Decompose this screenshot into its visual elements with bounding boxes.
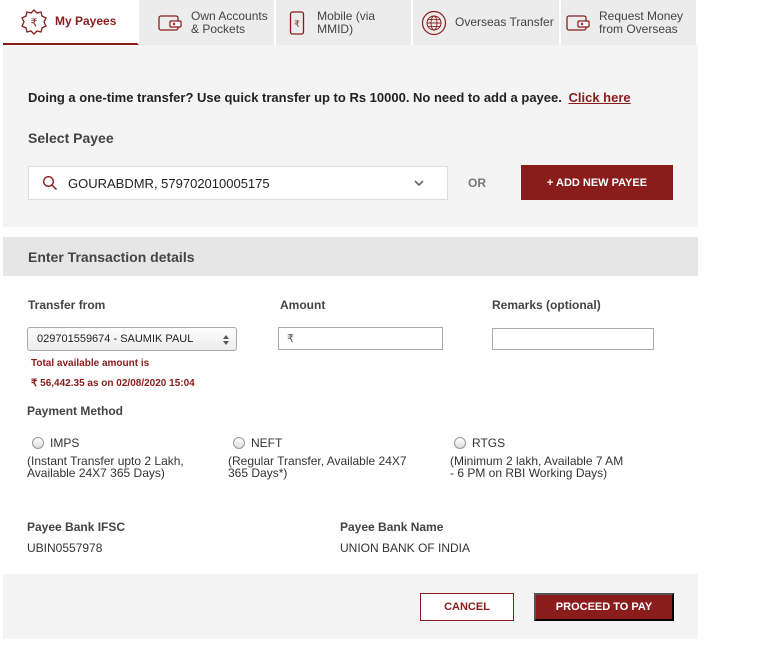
onetime-message: Doing a one-time transfer? Use quick tra…	[28, 90, 562, 105]
section-title: Enter Transaction details	[28, 249, 195, 265]
globe-icon	[421, 10, 447, 36]
radio-dot[interactable]	[233, 437, 245, 449]
wallet-card-icon	[157, 10, 183, 36]
payee-bank-name-label: Payee Bank Name	[340, 520, 444, 534]
tab-label: Mobile (via MMID)	[317, 8, 376, 36]
neft-description: (Regular Transfer, Available 24X7 365 Day…	[228, 455, 407, 479]
radio-rtgs[interactable]: RTGS	[454, 436, 505, 450]
payee-ifsc-label: Payee Bank IFSC	[27, 520, 126, 534]
proceed-to-pay-button[interactable]: PROCEED TO PAY	[534, 593, 674, 621]
desc-line: 365 Days*)	[228, 466, 288, 480]
svg-text:₹: ₹	[294, 20, 300, 30]
search-icon	[42, 175, 58, 191]
or-separator: OR	[468, 176, 486, 190]
payee-ifsc-value: UBIN0557978	[27, 541, 103, 555]
transfer-from-label: Transfer from	[28, 298, 106, 312]
rtgs-description: (Minimum 2 lakh, Available 7 AM - 6 PM on…	[450, 455, 623, 479]
radio-dot[interactable]	[32, 437, 44, 449]
desc-line: Available 24X7 365 Days)	[27, 466, 165, 480]
payment-method-label: Payment Method	[27, 404, 124, 418]
radio-imps[interactable]: IMPS	[32, 436, 79, 450]
tab-label: Own Accounts & Pockets	[191, 8, 268, 36]
amount-label: Amount	[280, 298, 326, 312]
available-amount-label: Total available amount is	[31, 358, 150, 369]
select-arrows-icon	[223, 335, 229, 345]
transfer-from-select[interactable]: 029701559674 - SAUMIK PAUL	[27, 327, 237, 351]
radio-label: IMPS	[50, 436, 80, 450]
action-footer: CANCEL PROCEED TO PAY	[3, 574, 698, 639]
tab-label-line1: Own Accounts	[191, 8, 268, 23]
chevron-down-icon	[414, 180, 424, 187]
tab-overseas-transfer[interactable]: Overseas Transfer	[413, 0, 561, 45]
transaction-header: Enter Transaction details	[3, 237, 698, 276]
tab-label: My Payees	[55, 14, 117, 28]
tab-label: Request Money from Overseas	[599, 8, 684, 36]
tab-my-payees[interactable]: ₹ My Payees	[3, 0, 139, 50]
tab-label-line2: from Overseas	[599, 21, 678, 36]
imps-description: (Instant Transfer upto 2 Lakh, Available …	[27, 455, 184, 479]
selected-payee: GOURABDMR, 579702010005175	[68, 175, 270, 191]
tab-label-line1: Request Money	[599, 8, 684, 23]
payee-select[interactable]: GOURABDMR, 579702010005175	[28, 166, 448, 200]
rupee-prefix: ₹	[287, 333, 294, 345]
add-new-payee-button[interactable]: + ADD NEW PAYEE	[521, 165, 673, 200]
tab-label-line2: & Pockets	[191, 21, 246, 36]
radio-neft[interactable]: NEFT	[233, 436, 282, 450]
selected-account: 029701559674 - SAUMIK PAUL	[37, 333, 194, 345]
select-payee-title: Select Payee	[28, 130, 114, 146]
tab-request-money[interactable]: Request Money from Overseas	[561, 0, 696, 45]
radio-label: RTGS	[472, 436, 506, 450]
tab-label: Overseas Transfer	[455, 15, 554, 29]
cancel-button[interactable]: CANCEL	[420, 593, 514, 621]
remarks-label: Remarks (optional)	[492, 298, 601, 312]
transaction-body: Transfer from Amount Remarks (optional) …	[3, 276, 698, 574]
transfer-tabs: ₹ My Payees Own Accounts & Pockets ₹ Mobi…	[3, 0, 698, 50]
radio-dot[interactable]	[454, 437, 466, 449]
amount-input[interactable]: ₹	[278, 327, 443, 350]
click-here-link[interactable]: Click here	[568, 90, 630, 105]
available-amount-value: ₹ 56,442.35 as on 02/08/2020 15:04	[31, 378, 195, 389]
svg-text:₹: ₹	[31, 16, 38, 29]
onetime-transfer-text: Doing a one-time transfer? Use quick tra…	[28, 90, 631, 105]
remarks-input[interactable]	[492, 328, 654, 350]
rupee-badge-icon: ₹	[21, 8, 47, 35]
mobile-rupee-icon: ₹	[284, 10, 309, 36]
tab-mobile-mmid[interactable]: ₹ Mobile (via MMID)	[276, 0, 413, 45]
payee-bank-name-value: UNION BANK OF INDIA	[340, 541, 471, 555]
payee-panel: Doing a one-time transfer? Use quick tra…	[3, 45, 698, 227]
radio-label: NEFT	[251, 436, 283, 450]
wallet-card-icon	[565, 10, 591, 36]
desc-line: - 6 PM on RBI Working Days)	[450, 466, 608, 480]
tab-own-accounts[interactable]: Own Accounts & Pockets	[139, 0, 276, 45]
